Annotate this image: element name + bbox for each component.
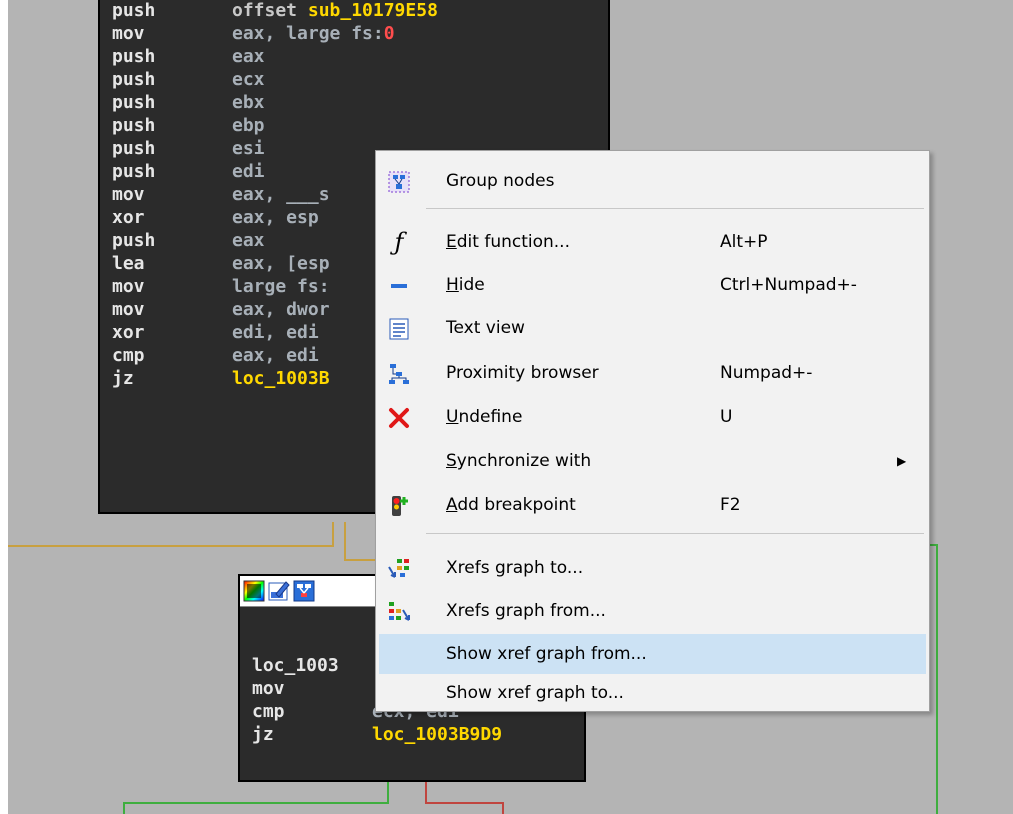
edge-red-bottom	[425, 782, 504, 814]
menu-item-shortcut: F2	[720, 495, 741, 515]
menu-item-text-view[interactable]: Text view	[379, 308, 926, 348]
operand: eax	[232, 46, 265, 67]
submenu-arrow-icon: ▶	[897, 454, 907, 468]
context-menu: Group nodes ƒ Edit function... Alt+P Hid…	[375, 150, 930, 712]
menu-item-show-xref-graph-to[interactable]: Show xref graph to...	[379, 677, 926, 709]
operand: eax, esp	[232, 207, 319, 228]
menu-item-label: Show xref graph from...	[446, 644, 647, 664]
symbol-ref[interactable]: sub_10179E58	[308, 0, 438, 21]
operand: ebx	[232, 92, 265, 113]
menu-item-add-breakpoint[interactable]: Add breakpoint F2	[379, 485, 926, 525]
hide-icon	[387, 273, 411, 297]
menu-item-label: Proximity browser	[446, 363, 599, 383]
menu-separator	[426, 533, 924, 534]
menu-item-group-nodes[interactable]: Group nodes	[379, 161, 926, 201]
menu-item-xrefs-graph-from[interactable]: Xrefs graph from...	[379, 591, 926, 631]
menu-item-xrefs-graph-to[interactable]: Xrefs graph to...	[379, 548, 926, 588]
menu-item-edit-function[interactable]: ƒ Edit function... Alt+P	[379, 222, 926, 262]
number-literal: 0	[383, 23, 395, 44]
group-nodes-icon	[387, 169, 411, 193]
function-icon: ƒ	[394, 228, 404, 256]
operand: large fs:	[232, 276, 330, 297]
symbol-ref[interactable]: loc_1003B	[232, 367, 330, 390]
mnemonic: mov	[112, 184, 145, 205]
symbol-ref[interactable]: loc_1003B9D9	[372, 723, 502, 746]
mnemonic: push	[112, 115, 156, 136]
menu-item-label: Group nodes	[446, 171, 555, 191]
menu-separator	[426, 208, 924, 209]
mnemonic: cmp	[252, 701, 285, 722]
mnemonic: xor	[112, 207, 145, 228]
menu-item-label: Synchronize with	[446, 451, 592, 471]
text-view-icon	[387, 316, 411, 340]
menu-item-show-xref-graph-from[interactable]: Show xref graph from...	[379, 634, 926, 674]
menu-item-label: Hide	[446, 275, 485, 295]
menu-item-proximity-browser[interactable]: Proximity browser Numpad+-	[379, 353, 926, 393]
mnemonic: jz	[252, 724, 274, 745]
operand: edi	[232, 161, 265, 182]
menu-item-label: Text view	[446, 318, 525, 338]
menu-item-hide[interactable]: Hide Ctrl+Numpad+-	[379, 265, 926, 305]
mnemonic: push	[112, 230, 156, 251]
operand: eax	[232, 230, 265, 251]
operand: eax, [esp	[232, 253, 330, 274]
operand: eax, dwor	[232, 299, 330, 320]
operand: edi, edi	[232, 322, 319, 343]
mnemonic: push	[112, 0, 156, 21]
edge-yellow	[8, 522, 334, 547]
mnemonic: push	[112, 138, 156, 159]
operand: ecx	[232, 69, 265, 90]
operand: eax, large fs:0	[232, 23, 395, 44]
operand: eax, ___s	[232, 184, 330, 205]
menu-item-shortcut: Alt+P	[720, 232, 768, 252]
mnemonic: xor	[112, 322, 145, 343]
menu-item-label: Xrefs graph from...	[446, 601, 606, 621]
mnemonic: mov	[112, 23, 145, 44]
edge-green-bottom	[123, 782, 389, 814]
mnemonic: push	[112, 69, 156, 90]
menu-item-label: Show xref graph to...	[446, 683, 624, 703]
menu-item-synchronize-with[interactable]: Synchronize with ▶	[379, 441, 926, 481]
node-graph-icon[interactable]	[293, 580, 315, 602]
menu-item-shortcut: U	[720, 407, 733, 427]
operand: ebp	[232, 115, 265, 136]
mnemonic: push	[112, 46, 156, 67]
mnemonic: mov	[252, 678, 285, 699]
mnemonic: push	[112, 161, 156, 182]
operand: esi	[232, 138, 265, 159]
add-breakpoint-icon	[387, 493, 411, 517]
menu-item-label: Undefine	[446, 407, 523, 427]
xrefs-graph-to-icon	[387, 556, 411, 580]
menu-item-undefine[interactable]: Undefine U	[379, 397, 926, 437]
mnemonic: jz	[112, 368, 134, 389]
edge-green-right	[930, 544, 938, 814]
menu-item-label: Edit function...	[446, 232, 570, 252]
mnemonic: mov	[112, 299, 145, 320]
mnemonic: push	[112, 92, 156, 113]
operand: offset sub_10179E58	[232, 0, 438, 21]
undefine-icon	[387, 405, 411, 429]
color-palette-icon[interactable]	[243, 580, 265, 602]
mnemonic: mov	[112, 276, 145, 297]
edit-node-icon[interactable]	[268, 580, 290, 602]
proximity-browser-icon	[387, 361, 411, 385]
menu-item-label: Add breakpoint	[446, 495, 576, 515]
operand: eax, edi	[232, 345, 319, 366]
menu-item-shortcut: Numpad+-	[720, 363, 813, 383]
menu-item-label: Xrefs graph to...	[446, 558, 584, 578]
menu-item-shortcut: Ctrl+Numpad+-	[720, 275, 857, 295]
mnemonic: cmp	[112, 345, 145, 366]
mnemonic: lea	[112, 253, 145, 274]
xrefs-graph-from-icon	[387, 599, 411, 623]
